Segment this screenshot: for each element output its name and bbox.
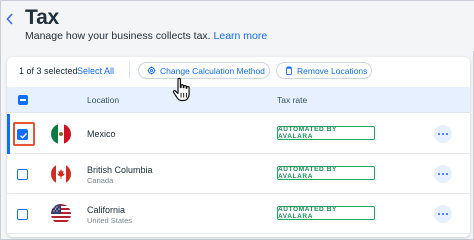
canada-flag-icon: [51, 164, 71, 184]
remove-locations-label: Remove Locations: [297, 65, 368, 76]
dot-icon: [442, 173, 444, 175]
table-header: Location Tax rate: [7, 87, 470, 113]
dot-icon: [442, 213, 444, 215]
page-subtitle: Manage how your business collects tax. L…: [25, 30, 267, 42]
locations-card: 1 of 3 selected Select All Change Calcul…: [7, 57, 470, 237]
automated-badge: AUTOMATED BY AVALARA: [277, 166, 375, 180]
dot-icon: [438, 213, 440, 215]
column-header-location: Location: [87, 95, 120, 105]
dot-icon: [438, 133, 440, 135]
location-country: Canada: [87, 176, 114, 185]
app-frame: Tax Manage how your business collects ta…: [0, 0, 474, 240]
dot-icon: [442, 133, 444, 135]
table-row[interactable]: British Columbia Canada AUTOMATED BY AVA…: [7, 154, 470, 194]
column-header-tax-rate: Tax rate: [277, 95, 308, 105]
header-select-checkbox[interactable]: [18, 95, 28, 105]
location-name: British Columbia: [87, 165, 153, 175]
table-row[interactable]: California United States AUTOMATED BY AV…: [7, 194, 470, 234]
select-all-link[interactable]: Select All: [77, 66, 114, 76]
dot-icon: [446, 173, 448, 175]
row-more-actions-button[interactable]: [434, 165, 452, 183]
location-country: United States: [87, 216, 133, 225]
bulk-actions-toolbar: 1 of 3 selected Select All Change Calcul…: [7, 57, 470, 85]
row-checkbox[interactable]: [17, 129, 28, 140]
trash-icon: [285, 66, 293, 75]
remove-locations-button[interactable]: Remove Locations: [276, 62, 372, 79]
dot-icon: [438, 173, 440, 175]
toolbar-divider: [129, 62, 130, 78]
usa-flag-icon: [51, 204, 71, 224]
table-row[interactable]: Mexico AUTOMATED BY AVALARA: [7, 114, 470, 154]
dot-icon: [446, 133, 448, 135]
selected-row-indicator: [7, 114, 10, 154]
chevron-left-icon: [6, 13, 13, 25]
location-name: Mexico: [87, 129, 116, 139]
automated-badge: AUTOMATED BY AVALARA: [277, 206, 375, 220]
row-checkbox[interactable]: [17, 209, 28, 220]
row-more-actions-button[interactable]: [434, 125, 452, 143]
mexico-flag-icon: [51, 124, 71, 144]
page-title: Tax: [25, 6, 60, 29]
location-name: California: [87, 205, 126, 215]
hand-cursor-icon: [172, 77, 190, 102]
page-header: Tax Manage how your business collects ta…: [1, 1, 474, 51]
change-calculation-method-button[interactable]: Change Calculation Method: [138, 62, 270, 79]
subtitle-text: Manage how your business collects tax.: [25, 30, 211, 42]
dot-icon: [446, 213, 448, 215]
automated-badge: AUTOMATED BY AVALARA: [277, 126, 375, 140]
row-checkbox[interactable]: [17, 169, 28, 180]
checkmark-icon: [20, 133, 28, 139]
selected-count: 1 of 3 selected: [19, 66, 78, 76]
change-calculation-method-label: Change Calculation Method: [160, 65, 265, 76]
learn-more-link[interactable]: Learn more: [214, 30, 268, 42]
back-button[interactable]: [3, 10, 17, 28]
row-more-actions-button[interactable]: [434, 205, 452, 223]
gear-icon: [147, 66, 156, 75]
